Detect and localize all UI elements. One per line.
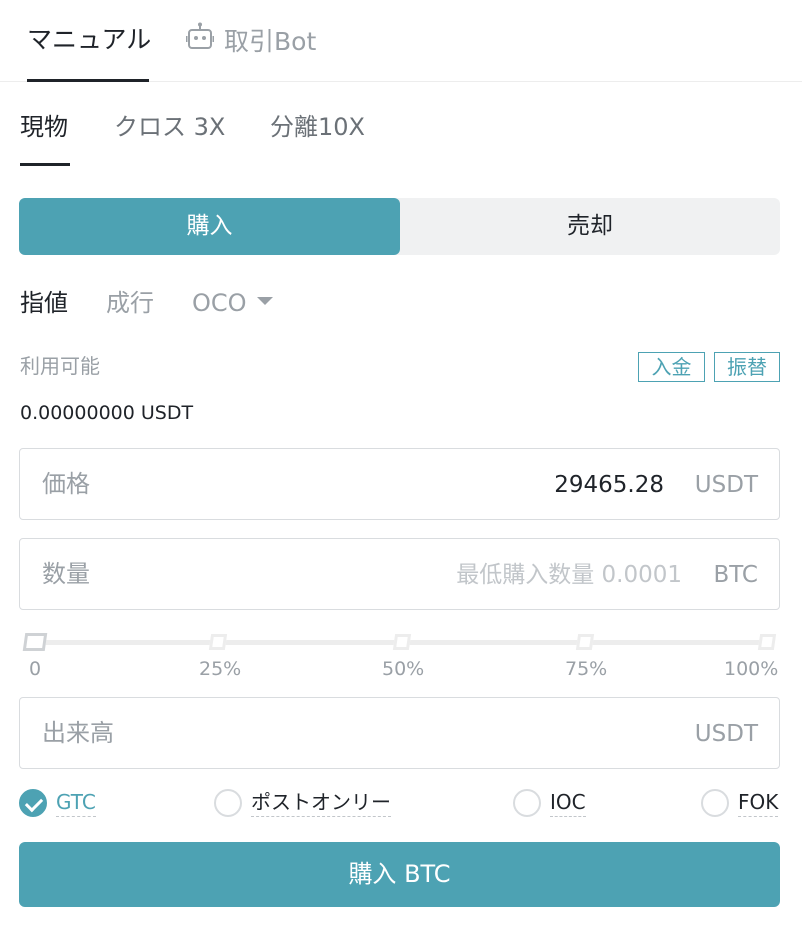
slider-handle[interactable] xyxy=(22,633,48,651)
tif-post-only-label: ポストオンリー xyxy=(251,788,391,817)
tab-spot[interactable]: 現物 xyxy=(20,110,68,144)
buy-sell-toggle: 購入 売却 xyxy=(19,198,780,255)
tif-option-fok[interactable]: FOK xyxy=(701,788,779,817)
price-unit: USDT xyxy=(694,472,758,498)
buy-btc-button[interactable]: 購入 BTC xyxy=(19,842,780,907)
caret-down-icon xyxy=(256,297,273,305)
tab-manual[interactable]: マニュアル xyxy=(27,22,151,58)
amount-unit: BTC xyxy=(713,562,758,588)
sell-tab-button[interactable]: 売却 xyxy=(400,198,780,255)
active-tab-indicator xyxy=(27,79,149,82)
radio-icon xyxy=(701,788,729,817)
slider-tick-100[interactable] xyxy=(757,634,777,650)
tab-trading-bot[interactable]: 取引Bot xyxy=(185,22,317,62)
slider-tick-50[interactable] xyxy=(392,634,412,650)
slider-label-75: 75% xyxy=(565,658,608,680)
order-type-oco-dropdown[interactable]: OCO xyxy=(192,286,273,320)
order-type-oco-label: OCO xyxy=(192,289,247,317)
buy-tab-button[interactable]: 購入 xyxy=(19,198,400,255)
price-value: 29465.28 xyxy=(554,472,664,498)
time-in-force-options: GTC ポストオンリー IOC FOK xyxy=(19,788,781,820)
slider-label-50: 50% xyxy=(382,658,425,680)
price-label: 価格 xyxy=(42,470,90,498)
tif-option-ioc[interactable]: IOC xyxy=(513,788,586,817)
tif-fok-label: FOK xyxy=(738,788,779,817)
tif-option-post-only[interactable]: ポストオンリー xyxy=(214,788,391,817)
check-icon xyxy=(19,788,47,817)
percentage-slider[interactable]: 0 25% 50% 75% 100% xyxy=(19,628,780,688)
amount-placeholder: 最低購入数量 0.0001 xyxy=(456,562,682,588)
slider-label-100: 100% xyxy=(724,658,779,680)
tab-trading-bot-label: 取引Bot xyxy=(224,27,317,56)
tab-isolated-10x[interactable]: 分離10X xyxy=(270,110,365,144)
slider-label-0: 0 xyxy=(29,658,42,680)
total-label: 出来高 xyxy=(42,719,114,747)
available-balance-label: 利用可能 xyxy=(20,354,100,378)
slider-tick-75[interactable] xyxy=(575,634,595,650)
deposit-button[interactable]: 入金 xyxy=(638,352,705,382)
radio-icon xyxy=(513,788,541,817)
tif-option-gtc[interactable]: GTC xyxy=(19,788,96,817)
slider-label-25: 25% xyxy=(199,658,242,680)
tif-gtc-label: GTC xyxy=(56,788,96,817)
available-balance-value: 0.00000000 USDT xyxy=(20,402,194,424)
price-input[interactable]: 価格 29465.28 USDT xyxy=(19,448,780,520)
transfer-button[interactable]: 振替 xyxy=(714,352,780,382)
tif-ioc-label: IOC xyxy=(550,788,586,817)
slider-tick-25[interactable] xyxy=(208,634,228,650)
radio-icon xyxy=(214,788,242,817)
active-mode-indicator xyxy=(20,163,70,166)
total-input[interactable]: 出来高 USDT xyxy=(19,697,780,769)
amount-input[interactable]: 数量 最低購入数量 0.0001 BTC xyxy=(19,538,780,610)
robot-icon xyxy=(185,22,215,62)
total-unit: USDT xyxy=(694,721,758,747)
amount-label: 数量 xyxy=(42,560,90,588)
order-type-limit[interactable]: 指値 xyxy=(20,286,68,320)
order-type-market[interactable]: 成行 xyxy=(106,286,154,320)
margin-mode-tabs: 現物 クロス 3X 分離10X xyxy=(0,100,802,170)
top-tabs: マニュアル 取引Bot xyxy=(0,0,802,82)
tab-cross-3x[interactable]: クロス 3X xyxy=(114,110,225,144)
